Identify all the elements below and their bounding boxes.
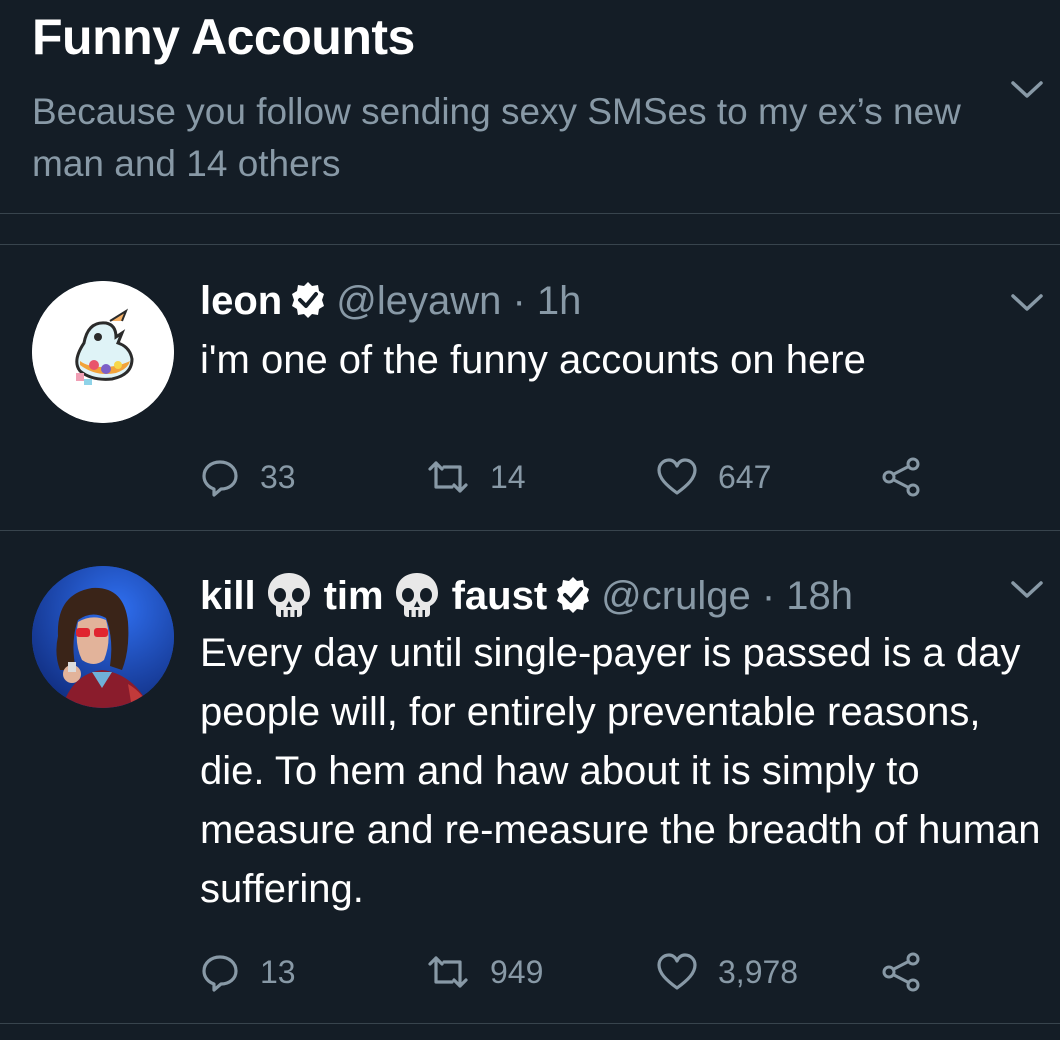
reply-button[interactable]: 13	[200, 950, 296, 994]
reply-count: 33	[260, 458, 296, 495]
avatar-image	[32, 281, 174, 423]
tweet-actions: 13 949 3,978	[200, 950, 960, 994]
tweet[interactable]: leon @leyawn · 1h i'm one of the funny ac…	[0, 245, 1060, 531]
handle[interactable]: @leyawn	[336, 279, 501, 323]
skull-icon	[266, 571, 312, 619]
avatar[interactable]	[32, 566, 174, 708]
like-count: 3,978	[718, 953, 799, 990]
verified-icon	[288, 279, 328, 319]
verified-icon	[553, 574, 593, 614]
retweet-button[interactable]: 949	[426, 950, 543, 994]
timeline: Funny Accounts Because you follow sendin…	[0, 0, 1060, 1040]
tweet[interactable]: kill tim faust @crulge · 18h Every day unti…	[0, 532, 1060, 1024]
tweet-header: kill tim faust @crulge · 18h	[200, 568, 853, 624]
chevron-down-icon[interactable]	[1010, 80, 1044, 100]
display-name-part[interactable]: kill	[200, 574, 256, 618]
tweet-actions: 33 14 647	[200, 455, 960, 499]
topic-subtitle: Because you follow sending sexy SMSes to…	[32, 91, 961, 184]
share-button[interactable]	[880, 455, 922, 499]
separator: ·	[501, 279, 537, 323]
retweet-button[interactable]: 14	[426, 455, 526, 499]
chevron-down-icon[interactable]	[1010, 580, 1044, 600]
separator: ·	[750, 574, 787, 618]
like-button[interactable]: 647	[656, 455, 771, 499]
retweet-icon	[426, 952, 470, 992]
share-icon	[880, 951, 922, 993]
display-name[interactable]: leon	[200, 279, 282, 323]
chevron-down-icon[interactable]	[1010, 293, 1044, 313]
avatar-image	[32, 566, 174, 708]
skull-icon	[394, 571, 440, 619]
retweet-icon	[426, 457, 470, 497]
topic-title: Funny Accounts	[32, 9, 415, 65]
display-name-part[interactable]: tim	[324, 574, 384, 618]
like-button[interactable]: 3,978	[656, 950, 798, 994]
retweet-count: 949	[490, 953, 544, 990]
topic-header[interactable]: Funny Accounts Because you follow sendin…	[0, 0, 1060, 214]
share-button[interactable]	[880, 950, 922, 994]
retweet-count: 14	[490, 458, 526, 495]
like-count: 647	[718, 458, 772, 495]
reply-icon	[200, 457, 240, 497]
handle[interactable]: @crulge	[601, 574, 751, 618]
like-icon	[656, 457, 698, 497]
timestamp[interactable]: 18h	[786, 574, 853, 618]
tweet-text: i'm one of the funny accounts on here	[200, 338, 866, 382]
reply-count: 13	[260, 953, 296, 990]
reply-button[interactable]: 33	[200, 455, 296, 499]
reply-icon	[200, 952, 240, 992]
display-name-part[interactable]: faust	[452, 574, 548, 618]
timestamp[interactable]: 1h	[537, 279, 582, 323]
avatar[interactable]	[32, 281, 174, 423]
like-icon	[656, 952, 698, 992]
share-icon	[880, 456, 922, 498]
tweet-text: Every day until single-payer is passed i…	[200, 631, 1041, 911]
tweet-header: leon @leyawn · 1h	[200, 273, 581, 329]
